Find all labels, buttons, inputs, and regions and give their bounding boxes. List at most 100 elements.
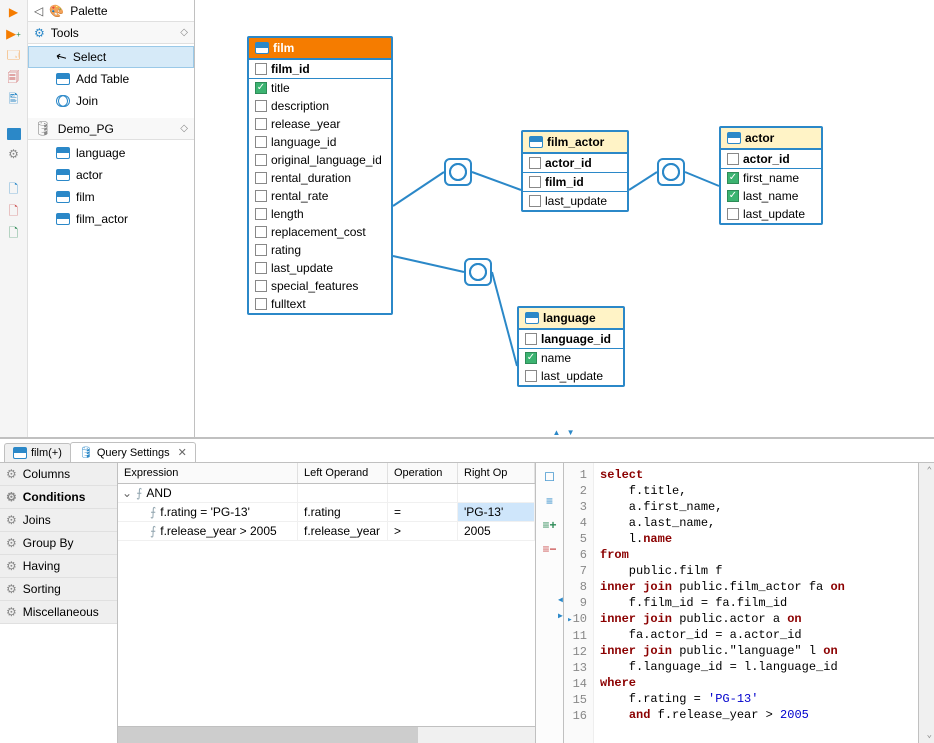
- run-icon[interactable]: ▶: [6, 4, 22, 20]
- condition-row[interactable]: ⨍ f.rating = 'PG-13'f.rating='PG-13': [118, 503, 535, 522]
- table-item-film_actor[interactable]: film_actor: [28, 208, 194, 230]
- sql-code[interactable]: select f.title, a.first_name, a.last_nam…: [594, 463, 918, 743]
- condition-row[interactable]: ⨍ f.release_year > 2005f.release_year>20…: [118, 522, 535, 541]
- column-rating[interactable]: rating: [249, 241, 391, 259]
- column-language_id[interactable]: language_id: [249, 133, 391, 151]
- back-icon[interactable]: ◁: [34, 4, 43, 18]
- column-replacement_cost[interactable]: replacement_cost: [249, 223, 391, 241]
- horizontal-scrollbar[interactable]: [118, 726, 535, 743]
- column-last_update[interactable]: last_update: [523, 192, 627, 210]
- entity-language[interactable]: languagelanguage_id✓namelast_update: [517, 306, 625, 387]
- col-expression[interactable]: Expression: [118, 463, 298, 483]
- collapse-icon[interactable]: ◇: [180, 27, 188, 38]
- select-cond-icon[interactable]: ☐: [541, 469, 559, 485]
- tool-add-table[interactable]: Add Table: [28, 68, 194, 90]
- vertical-scrollbar[interactable]: ⌃⌄: [918, 463, 934, 743]
- tools-header[interactable]: ⚙ Tools ◇: [28, 22, 194, 44]
- tool-join[interactable]: Join: [28, 90, 194, 112]
- file-lock-icon[interactable]: 🗋: [6, 204, 22, 220]
- column-actor_id[interactable]: actor_id: [721, 150, 821, 169]
- entity-film[interactable]: filmfilm_id✓titledescriptionrelease_year…: [247, 36, 393, 315]
- checkbox[interactable]: [255, 118, 267, 130]
- column-rental_rate[interactable]: rental_rate: [249, 187, 391, 205]
- column-last_update[interactable]: last_update: [249, 259, 391, 277]
- checkbox[interactable]: [255, 298, 267, 310]
- checkbox[interactable]: [255, 244, 267, 256]
- column-rental_duration[interactable]: rental_duration: [249, 169, 391, 187]
- checkbox[interactable]: [255, 226, 267, 238]
- checkbox[interactable]: [255, 262, 267, 274]
- section-misc[interactable]: ⚙Miscellaneous: [0, 601, 117, 624]
- checkbox[interactable]: ✓: [255, 82, 267, 94]
- grid-icon[interactable]: [7, 128, 21, 140]
- table-item-actor[interactable]: actor: [28, 164, 194, 186]
- collapse-icon[interactable]: ◇: [180, 123, 188, 134]
- checkbox[interactable]: [255, 172, 267, 184]
- list-icon[interactable]: ≡: [541, 493, 559, 509]
- connection-header[interactable]: 🛢 Demo_PG ◇: [28, 118, 194, 140]
- column-name[interactable]: ✓name: [519, 349, 623, 367]
- column-last_update[interactable]: last_update: [721, 205, 821, 223]
- remove-cond-icon[interactable]: ≡−: [541, 541, 559, 557]
- new-file-icon[interactable]: 🗋: [6, 182, 22, 198]
- grid-body[interactable]: ⌄ ⨍ AND ⨍ f.rating = 'PG-13'f.rating='PG…: [118, 484, 535, 726]
- tab-query-settings[interactable]: 🛢 Query Settings ✕: [70, 442, 196, 462]
- checkbox[interactable]: [255, 280, 267, 292]
- column-language_id[interactable]: language_id: [519, 330, 623, 349]
- col-left-operand[interactable]: Left Operand: [298, 463, 388, 483]
- checkbox[interactable]: [529, 157, 541, 169]
- section-group_by[interactable]: ⚙Group By: [0, 532, 117, 555]
- group-row[interactable]: ⌄ ⨍ AND: [118, 484, 535, 503]
- checkbox[interactable]: [525, 333, 537, 345]
- column-release_year[interactable]: release_year: [249, 115, 391, 133]
- checkbox[interactable]: [255, 208, 267, 220]
- close-icon[interactable]: ✕: [178, 446, 187, 459]
- execute-script-icon[interactable]: 🗔: [6, 48, 22, 64]
- checkbox[interactable]: [525, 370, 537, 382]
- table-item-film[interactable]: film: [28, 186, 194, 208]
- col-operation[interactable]: Operation: [388, 463, 458, 483]
- diagram-canvas[interactable]: filmfilm_id✓titledescriptionrelease_year…: [195, 0, 934, 438]
- join-node[interactable]: [657, 158, 685, 186]
- column-actor_id[interactable]: actor_id: [523, 154, 627, 173]
- section-columns[interactable]: ⚙Columns: [0, 463, 117, 486]
- section-having[interactable]: ⚙Having: [0, 555, 117, 578]
- column-description[interactable]: description: [249, 97, 391, 115]
- column-fulltext[interactable]: fulltext: [249, 295, 391, 313]
- checkbox[interactable]: [727, 153, 739, 165]
- separator-handle[interactable]: ▲ ▼: [552, 428, 576, 437]
- checkbox[interactable]: [529, 176, 541, 188]
- column-last_update[interactable]: last_update: [519, 367, 623, 385]
- column-title[interactable]: ✓title: [249, 79, 391, 97]
- checkbox[interactable]: ✓: [525, 352, 537, 364]
- section-joins[interactable]: ⚙Joins: [0, 509, 117, 532]
- expand-icon[interactable]: ⌄: [122, 486, 132, 500]
- checkbox[interactable]: ✓: [727, 172, 739, 184]
- col-right-operand[interactable]: Right Op: [458, 463, 535, 483]
- add-cond-icon[interactable]: ≡+: [541, 517, 559, 533]
- gear-icon[interactable]: ⚙: [6, 146, 22, 162]
- column-film_id[interactable]: film_id: [249, 60, 391, 79]
- column-last_name[interactable]: ✓last_name: [721, 187, 821, 205]
- splitter-handle[interactable]: ◀▶: [558, 593, 563, 625]
- file-add-icon[interactable]: 🗋: [6, 226, 22, 242]
- table-item-language[interactable]: language: [28, 142, 194, 164]
- column-film_id[interactable]: film_id: [523, 173, 627, 192]
- run-plus-icon[interactable]: ▶+: [6, 26, 22, 42]
- checkbox[interactable]: [255, 190, 267, 202]
- checkbox[interactable]: [255, 63, 267, 75]
- section-conditions[interactable]: ⚙Conditions: [0, 486, 117, 509]
- checkbox[interactable]: [255, 100, 267, 112]
- checkbox[interactable]: [727, 208, 739, 220]
- stop-icon[interactable]: 🗐: [6, 70, 22, 86]
- section-sorting[interactable]: ⚙Sorting: [0, 578, 117, 601]
- entity-actor[interactable]: actoractor_id✓first_name✓last_namelast_u…: [719, 126, 823, 225]
- column-original_language_id[interactable]: original_language_id: [249, 151, 391, 169]
- checkbox[interactable]: [255, 136, 267, 148]
- tool-select[interactable]: ↖ Select: [28, 46, 194, 68]
- save-icon[interactable]: 🖺: [6, 92, 22, 108]
- tab-film[interactable]: film(+): [4, 443, 71, 462]
- column-first_name[interactable]: ✓first_name: [721, 169, 821, 187]
- checkbox[interactable]: ✓: [727, 190, 739, 202]
- column-special_features[interactable]: special_features: [249, 277, 391, 295]
